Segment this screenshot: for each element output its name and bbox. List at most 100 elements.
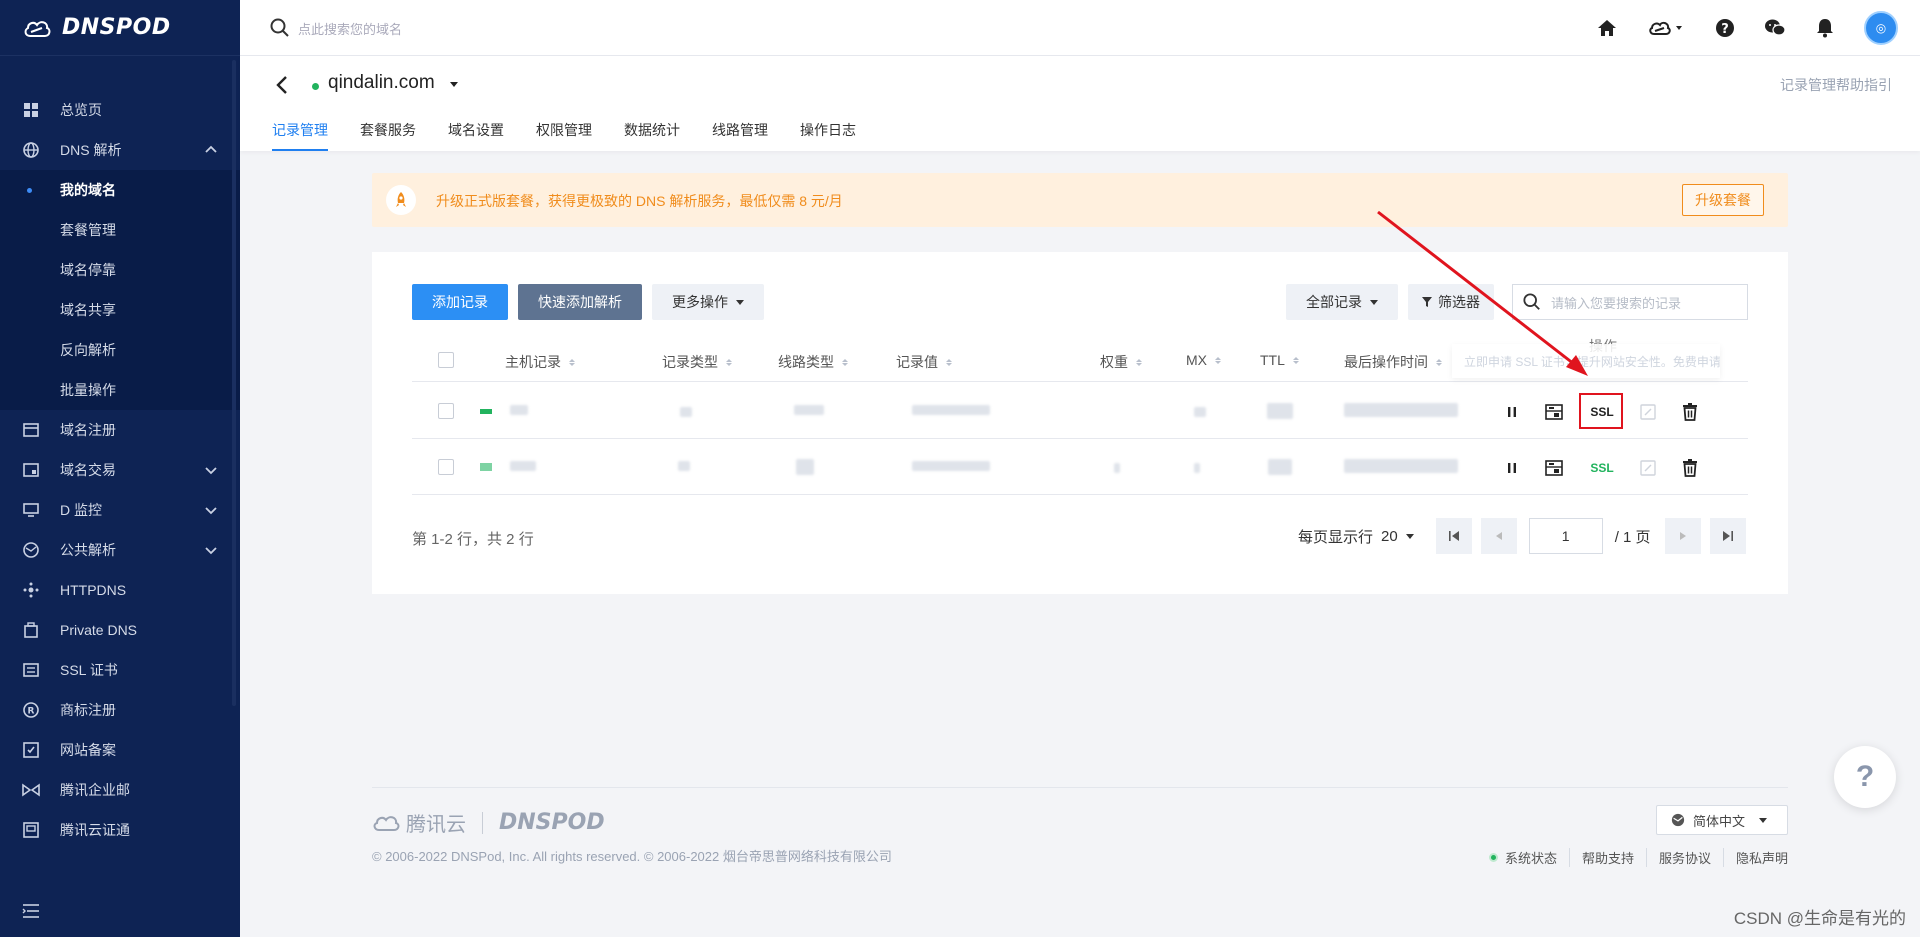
col-type[interactable]: 记录类型 <box>662 352 732 372</box>
row-checkbox[interactable] <box>438 459 454 475</box>
col-value[interactable]: 记录值 <box>896 352 952 372</box>
help-support-link[interactable]: 帮助支持 <box>1568 848 1646 867</box>
add-record-button[interactable]: 添加记录 <box>412 284 508 320</box>
sidebar-item-domain-parking[interactable]: 域名停靠 <box>0 250 240 290</box>
first-page-button[interactable] <box>1435 518 1472 554</box>
sidebar-scrollbar[interactable] <box>232 60 236 706</box>
delete-icon[interactable] <box>1680 402 1700 422</box>
col-label: 权重 <box>1100 354 1128 370</box>
col-ttl[interactable]: TTL <box>1260 352 1299 368</box>
sidebar-item-d-monitor[interactable]: D 监控 <box>0 490 240 530</box>
upgrade-package-button[interactable]: 升级套餐 <box>1682 184 1764 216</box>
language-select[interactable]: 简体中文 <box>1656 805 1788 835</box>
caret-down-icon[interactable] <box>449 81 459 89</box>
sidebar-item-public-dns[interactable]: 公共解析 <box>0 530 240 570</box>
footer-tencent-text: 腾讯云 <box>406 814 466 836</box>
sidebar-item-label: 我的域名 <box>60 182 116 198</box>
collapse-menu-icon[interactable] <box>22 903 40 919</box>
footer-divider <box>372 787 1788 788</box>
page-number-input[interactable]: 1 <box>1528 518 1603 554</box>
system-status-link[interactable]: 系统状态 <box>1505 848 1569 867</box>
sidebar-item-overview[interactable]: 总览页 <box>0 90 240 130</box>
sidebar-item-label: 总览页 <box>60 102 102 118</box>
floating-help-button[interactable]: ? <box>1834 746 1896 808</box>
svg-text:R: R <box>28 707 35 717</box>
back-arrow-icon[interactable] <box>274 74 290 96</box>
col-line[interactable]: 线路类型 <box>778 352 848 372</box>
remark-icon[interactable] <box>1544 402 1564 422</box>
prev-page-button[interactable] <box>1480 518 1517 554</box>
cloud-menu-icon[interactable] <box>1646 17 1686 39</box>
all-records-dropdown[interactable]: 全部记录 <box>1286 284 1398 320</box>
sidebar-item-private-dns[interactable]: Private DNS <box>0 610 240 650</box>
domain-name[interactable]: qindalin.com <box>328 72 435 94</box>
tab-line-management[interactable]: 线路管理 <box>712 120 768 151</box>
record-value-redacted <box>912 461 990 471</box>
service-agreement-link[interactable]: 服务协议 <box>1645 848 1723 867</box>
col-mx[interactable]: MX <box>1186 352 1221 368</box>
ssl-button[interactable]: SSL <box>1580 458 1624 478</box>
help-guide-link[interactable]: 记录管理帮助指引 <box>1780 75 1892 95</box>
sidebar-item-trademark[interactable]: R 商标注册 <box>0 690 240 730</box>
sidebar-item-cert-id[interactable]: 腾讯云证通 <box>0 810 240 850</box>
ssl-tooltip[interactable]: 立即申请 SSL 证书，提升网站安全性。免费申请 <box>1452 344 1720 378</box>
delete-icon[interactable] <box>1680 458 1700 478</box>
domain-header: qindalin.com 记录管理帮助指引 记录管理 套餐服务 域名设置 权限管… <box>240 56 1920 151</box>
sidebar-item-icp-filing[interactable]: 网站备案 <box>0 730 240 770</box>
pagination: 每页显示行 20 1 / 1 页 <box>1298 518 1746 554</box>
sidebar-item-dns[interactable]: DNS 解析 <box>0 130 240 170</box>
row-checkbox[interactable] <box>438 403 454 419</box>
quick-add-button[interactable]: 快速添加解析 <box>518 284 642 320</box>
remark-icon[interactable] <box>1544 458 1564 478</box>
public-dns-icon <box>22 541 40 559</box>
sidebar-item-domain-register[interactable]: 域名注册 <box>0 410 240 450</box>
per-page-select[interactable]: 20 <box>1381 528 1414 545</box>
sidebar-nav: 总览页 DNS 解析 我的域名 套餐管理 域名停靠 域名共享 反向解析 批量操作… <box>0 56 240 850</box>
select-all-checkbox[interactable] <box>438 352 454 368</box>
col-last-modified[interactable]: 最后操作时间 <box>1344 352 1442 372</box>
filter-button[interactable]: 筛选器 <box>1408 284 1494 320</box>
sidebar-item-httpdns[interactable]: HTTPDNS <box>0 570 240 610</box>
pause-icon[interactable] <box>1502 458 1522 478</box>
tab-operation-log[interactable]: 操作日志 <box>800 120 856 151</box>
more-actions-label: 更多操作 <box>672 294 728 310</box>
per-page-value: 20 <box>1381 527 1398 545</box>
col-weight[interactable]: 权重 <box>1100 352 1142 372</box>
sort-icon <box>569 358 575 366</box>
sidebar-item-domain-trade[interactable]: 域名交易 <box>0 450 240 490</box>
sidebar-item-reverse-dns[interactable]: 反向解析 <box>0 330 240 370</box>
last-page-button[interactable] <box>1709 518 1746 554</box>
annotation-highlight-box <box>1579 393 1623 429</box>
sidebar-item-batch-ops[interactable]: 批量操作 <box>0 370 240 410</box>
domain-search[interactable]: 点此搜索您的域名 <box>270 18 402 38</box>
record-search-input[interactable]: 请输入您要搜索的记录 <box>1512 284 1748 320</box>
tab-statistics[interactable]: 数据统计 <box>624 120 680 151</box>
wechat-icon[interactable] <box>1764 17 1786 39</box>
pause-icon[interactable] <box>1502 402 1522 422</box>
language-label: 简体中文 <box>1693 813 1746 829</box>
brand[interactable]: DNSPOD <box>0 0 240 56</box>
sidebar-item-label: 腾讯企业邮 <box>60 782 130 798</box>
col-host[interactable]: 主机记录 <box>505 352 575 372</box>
home-icon[interactable] <box>1596 17 1618 39</box>
sidebar-item-ssl-cert[interactable]: SSL 证书 <box>0 650 240 690</box>
next-page-button[interactable] <box>1664 518 1701 554</box>
search-input[interactable]: 点此搜索您的域名 <box>298 19 402 38</box>
sidebar-item-packages[interactable]: 套餐管理 <box>0 210 240 250</box>
tab-domain-settings[interactable]: 域名设置 <box>448 120 504 151</box>
avatar[interactable]: ◎ <box>1864 11 1898 45</box>
more-actions-dropdown[interactable]: 更多操作 <box>652 284 764 320</box>
sidebar-item-enterprise-mail[interactable]: 腾讯企业邮 <box>0 770 240 810</box>
all-records-label: 全部记录 <box>1306 294 1362 310</box>
tab-permissions[interactable]: 权限管理 <box>536 120 592 151</box>
tab-records[interactable]: 记录管理 <box>272 120 328 151</box>
sidebar-item-my-domains[interactable]: 我的域名 <box>0 170 240 210</box>
bell-icon[interactable] <box>1814 17 1836 39</box>
help-icon[interactable]: ? <box>1714 17 1736 39</box>
tab-package[interactable]: 套餐服务 <box>360 120 416 151</box>
privacy-link[interactable]: 隐私声明 <box>1722 848 1788 867</box>
upgrade-banner: 升级正式版套餐，获得更极致的 DNS 解析服务，最低仅需 8 元/月 升级套餐 <box>372 173 1788 227</box>
sidebar-item-domain-sharing[interactable]: 域名共享 <box>0 290 240 330</box>
col-label: 记录值 <box>896 354 938 370</box>
time-value-redacted <box>1344 459 1458 473</box>
